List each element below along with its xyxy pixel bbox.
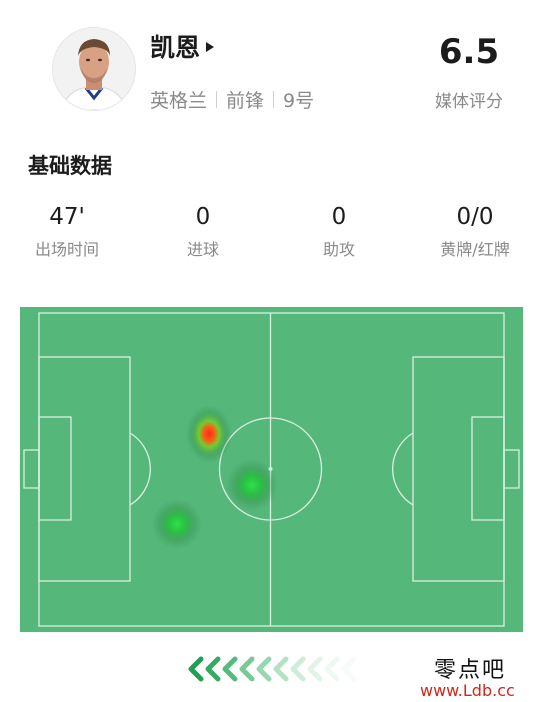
player-name: 凯恩: [150, 33, 201, 62]
player-portrait-image: [53, 28, 135, 110]
stat-goals: 0 进球: [143, 204, 263, 260]
player-position: 前锋: [226, 90, 265, 112]
media-rating-value: 6.5: [438, 32, 500, 72]
stat-label: 进球: [186, 240, 219, 259]
stat-value: 0: [195, 204, 211, 230]
stat-assists: 0 助攻: [279, 204, 399, 260]
play-triangle-icon: [206, 42, 215, 52]
stat-value: 47': [49, 204, 85, 230]
stat-value: 0/0: [456, 204, 494, 230]
meta-divider: [216, 91, 218, 108]
media-rating-label: 媒体评分: [435, 92, 503, 112]
watermark-url: www.Ldb.cc: [420, 681, 515, 700]
player-name-link[interactable]: 凯恩: [150, 28, 215, 64]
player-number: 9号: [283, 90, 315, 112]
heatmap-pitch: [20, 307, 523, 632]
chevron-left-arrows-icon[interactable]: [187, 656, 357, 682]
stat-label: 黄牌/红牌: [440, 240, 510, 259]
player-team: 英格兰: [150, 90, 208, 112]
stat-minutes: 47' 出场时间: [7, 204, 127, 260]
section-title: 基础数据: [28, 154, 112, 178]
stat-cards: 0/0 黄牌/红牌: [415, 204, 535, 260]
player-avatar: [52, 27, 136, 111]
player-meta: 英格兰 前锋 9号: [150, 86, 314, 113]
stat-label: 出场时间: [34, 240, 99, 259]
heat-spot: [152, 499, 202, 549]
stat-label: 助攻: [322, 240, 355, 259]
heat-spot: [226, 459, 278, 511]
heat-spot: [186, 405, 232, 463]
watermark-text: 零点吧: [434, 658, 507, 683]
meta-divider: [273, 91, 275, 108]
stat-value: 0: [331, 204, 347, 230]
